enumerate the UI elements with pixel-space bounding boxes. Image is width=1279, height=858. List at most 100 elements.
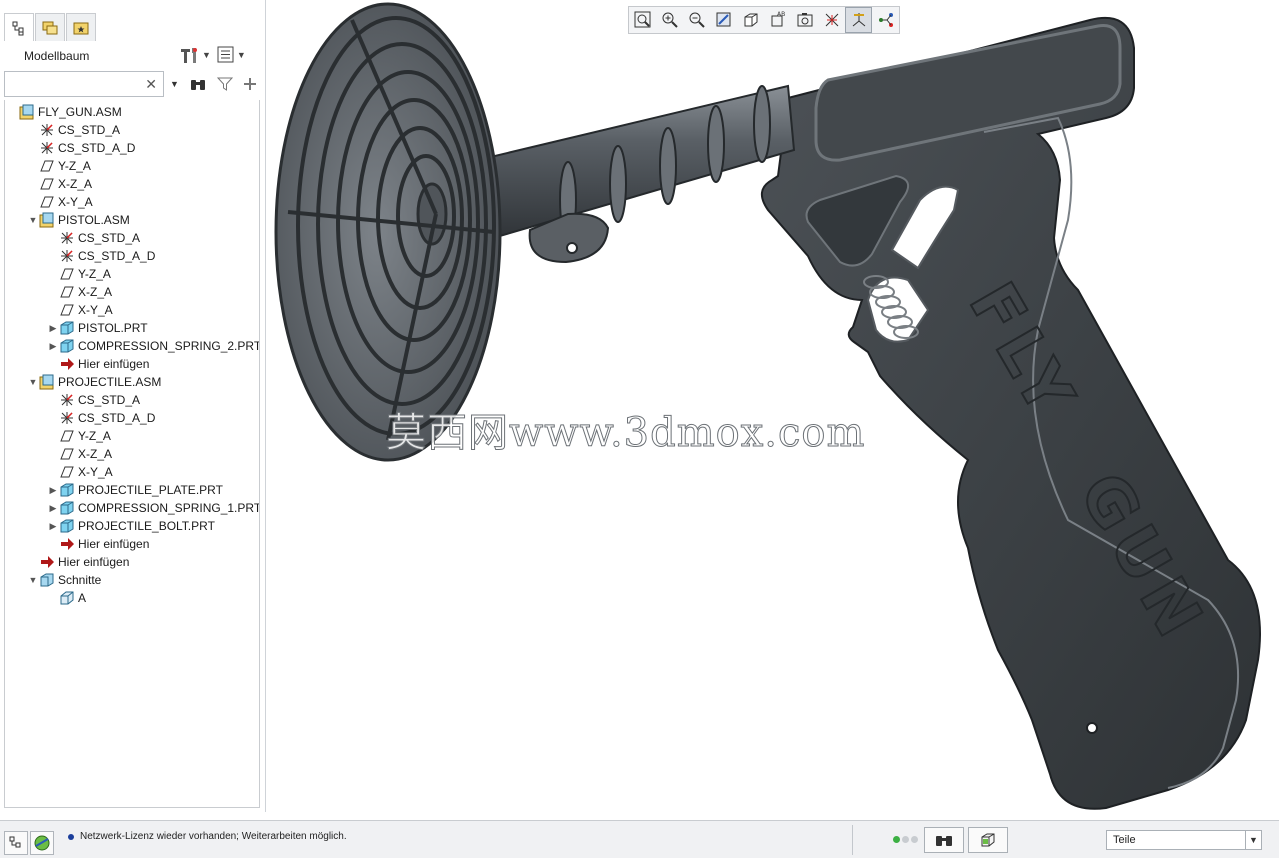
- csys-icon: [59, 248, 75, 264]
- tree-node[interactable]: Y-Z_A: [47, 427, 111, 445]
- show-navigator-button[interactable]: [4, 831, 28, 855]
- tree-node[interactable]: ▼ PISTOL.ASM: [27, 211, 130, 229]
- tree-node[interactable]: ▶ PISTOL.PRT: [47, 319, 148, 337]
- tree-node[interactable]: CS_STD_A: [27, 121, 120, 139]
- expand-toggle-icon[interactable]: ▼: [27, 377, 39, 387]
- tree-node[interactable]: CS_STD_A_D: [47, 409, 155, 427]
- tree-node[interactable]: ▶ PROJECTILE_PLATE.PRT: [47, 481, 223, 499]
- tree-node[interactable]: CS_STD_A: [47, 229, 140, 247]
- selection-filter-value: Teile: [1113, 834, 1136, 846]
- tree-node[interactable]: CS_STD_A: [47, 391, 140, 409]
- tree-node[interactable]: Hier einfügen: [47, 355, 149, 373]
- tree-node[interactable]: ▼ Schnitte: [27, 571, 102, 589]
- tree-node-label: CS_STD_A_D: [78, 249, 156, 263]
- find-button[interactable]: [189, 76, 207, 92]
- datum-plane-icon: [59, 464, 75, 480]
- filter-icon: [216, 77, 233, 91]
- tree-node[interactable]: X-Y_A: [27, 193, 93, 211]
- tree-node[interactable]: X-Z_A: [47, 445, 112, 463]
- collapse-toggle-icon[interactable]: ▶: [47, 485, 59, 496]
- tree-node-label: X-Z_A: [58, 177, 93, 191]
- layers-tab[interactable]: [35, 13, 65, 41]
- csys-icon: [59, 230, 75, 246]
- selection-filter-button[interactable]: [968, 827, 1008, 853]
- model-tree-icon: [12, 21, 24, 35]
- insert-here-icon: [59, 356, 75, 372]
- tree-node[interactable]: ▶ COMPRESSION_SPRING_2.PRT: [47, 337, 259, 355]
- collapse-toggle-icon[interactable]: ▶: [47, 341, 59, 352]
- datum-display-button[interactable]: [818, 7, 845, 33]
- search-field[interactable]: ✕: [4, 71, 164, 97]
- tools-icon: [181, 48, 197, 63]
- tree-node[interactable]: CS_STD_A_D: [47, 247, 155, 265]
- tree-node[interactable]: X-Z_A: [27, 175, 92, 193]
- tree-node[interactable]: ▶ COMPRESSION_SPRING_1.PRT: [47, 499, 260, 517]
- status-light-idle: [911, 836, 918, 843]
- model-tree: FLY_GUN.ASM CS_STD_A CS_STD_A_D Y-Z_A X-Z_A X…: [4, 100, 260, 808]
- spin-center-icon: [878, 13, 893, 27]
- tree-node-label: X-Z_A: [78, 285, 113, 299]
- tree-node[interactable]: A: [47, 589, 86, 607]
- zoom-out-icon: [689, 12, 705, 28]
- close-icon[interactable]: ✕: [145, 76, 157, 93]
- favorites-tab[interactable]: [66, 13, 96, 41]
- graphics-window[interactable]: FLY GUN 莫西网www.3dmox.com AB: [268, 0, 1279, 818]
- datum-display-icon: [825, 13, 838, 27]
- find-button[interactable]: [924, 827, 964, 853]
- saved-orientations-icon: AB: [771, 11, 785, 27]
- spin-center-button[interactable]: [872, 7, 899, 33]
- assembly-icon: [39, 374, 55, 390]
- tree-node-label: Hier einfügen: [78, 537, 150, 551]
- tree-settings-button[interactable]: ▼: [178, 44, 211, 66]
- tree-node[interactable]: X-Z_A: [47, 283, 112, 301]
- tree-node-label: CS_STD_A: [58, 123, 121, 137]
- tree-node[interactable]: ▶ PROJECTILE_BOLT.PRT: [47, 517, 215, 535]
- refit-button[interactable]: [629, 7, 656, 33]
- tree-node[interactable]: Hier einfügen: [47, 535, 149, 553]
- tree-node[interactable]: Y-Z_A: [27, 157, 91, 175]
- repaint-icon: [716, 12, 730, 27]
- binoculars-icon: [936, 836, 952, 846]
- view-manager-button[interactable]: [791, 7, 818, 33]
- tree-node-label: Schnitte: [58, 573, 102, 587]
- display-style-button[interactable]: [737, 7, 764, 33]
- tree-node[interactable]: X-Y_A: [47, 301, 113, 319]
- tree-node[interactable]: Hier einfügen: [27, 553, 129, 571]
- tree-node-label: Y-Z_A: [78, 267, 111, 281]
- show-menu-button[interactable]: ▼: [217, 44, 246, 66]
- selection-filter-dropdown[interactable]: Teile ▼: [1106, 830, 1262, 850]
- search-input[interactable]: [5, 72, 135, 96]
- insert-here-icon: [39, 554, 55, 570]
- tree-node-label: Hier einfügen: [58, 555, 130, 569]
- view-manager-icon: [797, 13, 812, 27]
- csys-display-button[interactable]: [845, 7, 872, 33]
- insert-here-icon: [59, 536, 75, 552]
- collapse-toggle-icon[interactable]: ▶: [47, 323, 59, 334]
- tree-node[interactable]: X-Y_A: [47, 463, 113, 481]
- repaint-button[interactable]: [710, 7, 737, 33]
- filter-button[interactable]: [216, 76, 233, 92]
- tree-node-label: COMPRESSION_SPRING_1.PRT: [78, 501, 260, 515]
- collapse-toggle-icon[interactable]: ▶: [47, 503, 59, 514]
- tree-node[interactable]: CS_STD_A_D: [27, 139, 135, 157]
- show-browser-button[interactable]: [30, 831, 54, 855]
- status-message: Netzwerk-Lizenz wieder vorhanden; Weiter…: [68, 831, 347, 842]
- tree-node-label: Y-Z_A: [78, 429, 111, 443]
- tree-node[interactable]: ▼ PROJECTILE.ASM: [27, 373, 161, 391]
- zoom-in-button[interactable]: [656, 7, 683, 33]
- zoom-out-button[interactable]: [683, 7, 710, 33]
- expand-toggle-icon[interactable]: ▼: [27, 215, 39, 225]
- collapse-toggle-icon[interactable]: ▶: [47, 521, 59, 532]
- saved-orientations-button[interactable]: AB: [764, 7, 791, 33]
- chevron-down-icon[interactable]: ▼: [170, 79, 179, 89]
- chevron-down-icon: ▼: [202, 50, 211, 60]
- layers-icon: [42, 21, 58, 34]
- model-tree-tab[interactable]: [4, 13, 34, 41]
- tree-node[interactable]: FLY_GUN.ASM: [7, 103, 122, 121]
- display-style-icon: [744, 13, 757, 27]
- add-column-button[interactable]: [243, 77, 257, 91]
- tree-node[interactable]: Y-Z_A: [47, 265, 111, 283]
- expand-toggle-icon[interactable]: ▼: [27, 575, 39, 585]
- chevron-down-icon[interactable]: ▼: [1245, 831, 1261, 849]
- status-light-active: [893, 836, 900, 843]
